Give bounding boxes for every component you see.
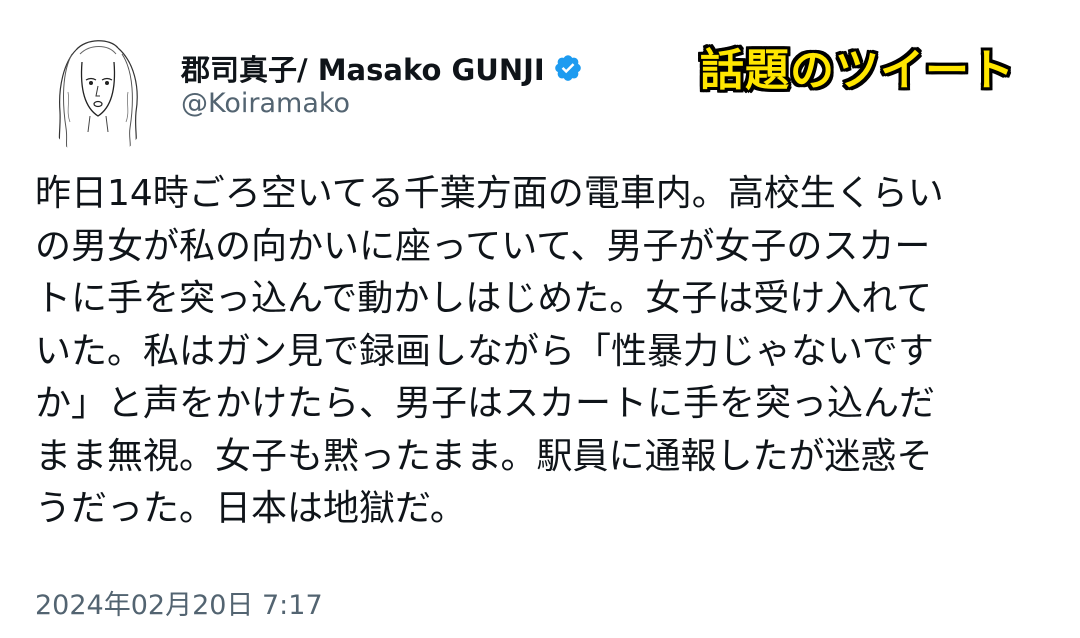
tweet-timestamp[interactable]: 2024年02月20日 7:17 bbox=[35, 583, 323, 622]
author-handle[interactable]: @Koiramako bbox=[181, 88, 350, 119]
trending-tweet-badge: 話題のツイート bbox=[700, 45, 1015, 96]
verified-badge-icon bbox=[553, 53, 583, 83]
author-display-name[interactable]: 郡司真子/ Masako GUNJI bbox=[181, 47, 545, 89]
avatar[interactable] bbox=[46, 32, 150, 160]
avatar-illustration bbox=[58, 40, 138, 157]
tweet-text: 昨日14時ごろ空いてる千葉方面の電車内。高校生くらい の男女が私の向かいに座って… bbox=[35, 173, 944, 529]
author-name-row[interactable]: 郡司真子/ Masako GUNJI bbox=[181, 44, 583, 92]
